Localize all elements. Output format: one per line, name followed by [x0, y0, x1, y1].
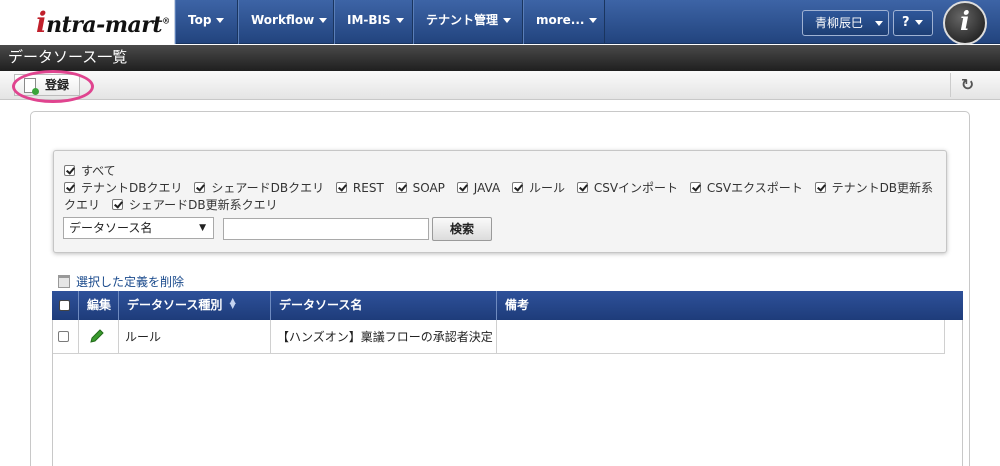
- filter-type-label: シェアードDBクエリ: [211, 181, 325, 195]
- checkbox[interactable]: [456, 182, 468, 193]
- toolbar: 登録 ↻: [0, 71, 1000, 100]
- top-navbar: intra-mart® Top Workflow IM-BIS テナント管理 m…: [0, 0, 1000, 45]
- filter-type-label: シェアードDB更新系クエリ: [128, 198, 278, 212]
- search-button[interactable]: 検索: [432, 217, 492, 241]
- filter-all-label: すべて: [81, 164, 116, 178]
- nav-tenant-admin[interactable]: テナント管理: [413, 0, 523, 44]
- nav-top[interactable]: Top: [175, 0, 238, 44]
- chevron-down-icon: [395, 18, 404, 23]
- nav-workflow[interactable]: Workflow: [238, 0, 334, 44]
- sort-icon: ▲ ▼: [229, 296, 236, 310]
- trash-icon: [58, 275, 70, 288]
- filter-type-label: REST: [352, 181, 384, 195]
- pencil-icon[interactable]: [89, 328, 105, 344]
- search-button-label: 検索: [449, 222, 474, 236]
- delete-selected-label: 選択した定義を削除: [76, 275, 185, 289]
- dropdown-arrow-icon: ▼: [199, 223, 206, 233]
- filter-type-item[interactable]: ルール: [511, 181, 565, 195]
- delete-selected-link[interactable]: 選択した定義を削除: [58, 273, 184, 290]
- select-all-checkbox[interactable]: [59, 300, 70, 311]
- filter-type-label: テナントDBクエリ: [81, 181, 183, 195]
- avatar-letter: i: [960, 7, 970, 37]
- filter-type-label: JAVA: [473, 181, 501, 195]
- table-row[interactable]: ルール 【ハンズオン】稟議フローの承認者決定: [53, 320, 945, 354]
- logo-text: intra-mart®: [36, 6, 170, 39]
- column-header-name: データソース名: [270, 291, 496, 320]
- search-field-select[interactable]: データソース名 ▼: [63, 217, 214, 239]
- checkbox[interactable]: [511, 182, 523, 193]
- column-header-label: データソース種別: [127, 298, 223, 312]
- checkbox[interactable]: [576, 182, 588, 193]
- table-body: ルール 【ハンズオン】稟議フローの承認者決定: [52, 320, 963, 466]
- filter-type-item[interactable]: CSVエクスポート: [689, 181, 803, 195]
- select-all-header[interactable]: [52, 291, 78, 320]
- table-header: 編集 データソース種別 ▲ ▼ データソース名 備考: [52, 291, 963, 320]
- search-input[interactable]: [223, 218, 429, 240]
- chevron-down-icon: [589, 18, 598, 23]
- nav-workflow-label: Workflow: [251, 13, 315, 27]
- user-menu-button[interactable]: 青柳辰巳: [802, 10, 889, 36]
- chevron-down-icon: [874, 21, 883, 26]
- filter-type-item[interactable]: REST: [335, 181, 384, 195]
- column-header-type[interactable]: データソース種別 ▲ ▼: [118, 291, 270, 320]
- checkbox[interactable]: [64, 182, 75, 193]
- help-menu-button[interactable]: ?: [893, 10, 933, 36]
- search-field-value: データソース名: [69, 221, 153, 235]
- nav-more-label: more...: [536, 13, 585, 27]
- refresh-icon: ↻: [960, 75, 975, 94]
- filter-type-label: CSVインポート: [593, 181, 679, 195]
- nav-tenant-admin-label: テナント管理: [426, 13, 499, 27]
- column-header-label: 編集: [87, 298, 112, 312]
- filter-type-label: CSVエクスポート: [706, 181, 803, 195]
- filter-type-list: テナントDBクエリ シェアードDBクエリ REST SOAP JAVA ルール …: [64, 180, 944, 214]
- checkbox[interactable]: [814, 182, 826, 193]
- nav-im-bis[interactable]: IM-BIS: [334, 0, 413, 44]
- checkbox[interactable]: [111, 199, 123, 210]
- row-edit-cell: [79, 320, 119, 354]
- checkbox[interactable]: [194, 182, 206, 193]
- filter-type-item[interactable]: SOAP: [395, 181, 445, 195]
- nav-im-bis-label: IM-BIS: [347, 13, 391, 27]
- datasource-table: 編集 データソース種別 ▲ ▼ データソース名 備考 ルール 【ハンズオン】稟議…: [52, 291, 963, 466]
- row-note-cell: [497, 320, 945, 354]
- user-name: 青柳辰巳: [815, 16, 864, 30]
- app-logo[interactable]: intra-mart®: [0, 0, 175, 44]
- column-header-label: データソース名: [279, 298, 363, 312]
- chevron-down-icon: [319, 18, 328, 23]
- checkbox[interactable]: [335, 182, 347, 193]
- refresh-button[interactable]: ↻: [950, 73, 984, 97]
- row-type: ルール: [125, 330, 162, 344]
- highlight-annotation: [12, 70, 94, 103]
- column-header-label: 備考: [505, 298, 530, 312]
- search-filter-box: すべて テナントDBクエリ シェアードDBクエリ REST SOAP JAVA …: [53, 150, 947, 253]
- checkbox-all[interactable]: [64, 165, 75, 176]
- help-label: ?: [902, 15, 910, 30]
- nav-more[interactable]: more...: [523, 0, 605, 44]
- column-header-edit: 編集: [78, 291, 118, 320]
- page-title: データソース一覧: [8, 48, 128, 66]
- row-name-cell: 【ハンズオン】稟議フローの承認者決定: [271, 320, 497, 354]
- chevron-down-icon: [216, 18, 225, 23]
- checkbox[interactable]: [689, 182, 701, 193]
- filter-type-item[interactable]: テナントDBクエリ: [64, 181, 182, 195]
- filter-all[interactable]: すべて: [64, 162, 116, 179]
- row-type-cell: ルール: [119, 320, 271, 354]
- chevron-down-icon: [914, 20, 923, 25]
- filter-type-label: SOAP: [412, 181, 445, 195]
- chevron-down-icon: [503, 18, 512, 23]
- page-title-bar: データソース一覧: [0, 45, 1000, 71]
- row-checkbox[interactable]: [58, 331, 69, 342]
- filter-type-item[interactable]: シェアードDBクエリ: [194, 181, 324, 195]
- checkbox[interactable]: [395, 182, 407, 193]
- row-name: 【ハンズオン】稟議フローの承認者決定: [277, 330, 493, 344]
- filter-type-item[interactable]: CSVインポート: [576, 181, 679, 195]
- filter-type-label: ルール: [528, 181, 565, 195]
- column-header-note: 備考: [496, 291, 963, 320]
- nav-top-label: Top: [188, 13, 212, 27]
- avatar[interactable]: i: [943, 1, 987, 45]
- row-select-cell: [53, 320, 79, 354]
- filter-type-item[interactable]: JAVA: [456, 181, 501, 195]
- filter-type-item[interactable]: シェアードDB更新系クエリ: [111, 198, 278, 212]
